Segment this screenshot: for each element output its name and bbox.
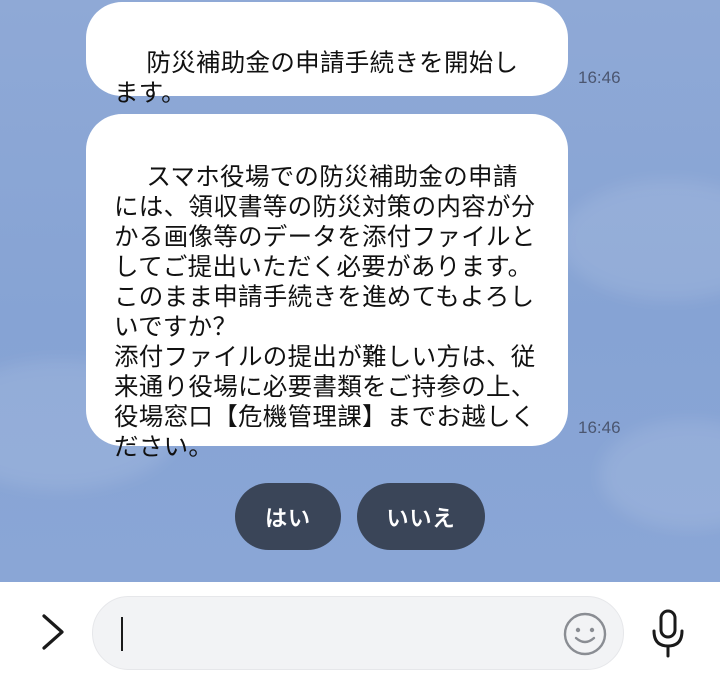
message-input-bar: [0, 582, 720, 684]
message-bubble: 防災補助金の申請手続きを開始します。: [86, 2, 568, 107]
expand-menu-button[interactable]: [36, 612, 70, 652]
message-text: 防災補助金の申請手続きを開始します。: [114, 48, 519, 107]
voice-input-button[interactable]: [648, 608, 688, 660]
quick-reply-no-button[interactable]: いいえ: [357, 483, 485, 550]
chevron-right-icon: [42, 614, 64, 650]
emoji-button[interactable]: [562, 611, 608, 657]
smiley-icon: [563, 612, 607, 656]
text-caret: [121, 617, 123, 651]
message-input[interactable]: [92, 596, 624, 670]
quick-reply-label: はい: [264, 506, 311, 532]
background-cloud: [560, 180, 720, 300]
chat-area[interactable]: 防災補助金の申請手続きを開始します。 16:46 スマホ役場での防災補助金の申請…: [0, 0, 720, 582]
message-timestamp: 16:46: [578, 418, 621, 437]
message-timestamp: 16:46: [578, 68, 621, 87]
microphone-icon: [652, 609, 684, 658]
quick-reply-label: いいえ: [386, 506, 456, 532]
message-bubble: スマホ役場での防災補助金の申請には、領収書等の防災対策の内容が分かる画像等のデー…: [86, 114, 568, 461]
quick-reply-yes-button[interactable]: はい: [235, 483, 341, 550]
message-text: スマホ役場での防災補助金の申請には、領収書等の防災対策の内容が分かる画像等のデー…: [114, 162, 536, 461]
